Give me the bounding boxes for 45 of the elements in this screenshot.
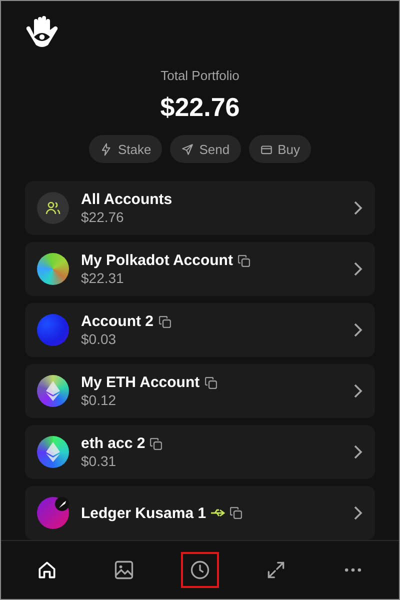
- accounts-icon: [37, 192, 69, 224]
- card-icon: [260, 142, 273, 156]
- account-balance: $0.31: [81, 453, 118, 469]
- account-name: All Accounts: [81, 191, 172, 208]
- clock-icon[interactable]: [180, 552, 219, 588]
- account-card[interactable]: My Polkadot Account $22.31: [25, 242, 375, 296]
- avatar: [37, 497, 69, 529]
- avatar: [37, 253, 69, 285]
- account-name: eth acc 2: [81, 435, 146, 452]
- buy-button[interactable]: Buy: [248, 135, 312, 163]
- chevron-icon: [353, 506, 363, 520]
- account-name: My ETH Account: [81, 374, 200, 391]
- avatar: [37, 375, 69, 407]
- copy-icon[interactable]: [158, 316, 171, 328]
- avatar: [37, 436, 69, 468]
- chevron-icon: [353, 384, 363, 398]
- lightning-icon: [100, 142, 113, 156]
- chevron-icon: [353, 445, 363, 459]
- copy-icon[interactable]: [150, 438, 162, 450]
- chevron-icon: [353, 323, 363, 337]
- account-balance: $0.12: [81, 392, 118, 408]
- account-card[interactable]: eth acc 2 $0.31: [25, 425, 375, 479]
- send-button[interactable]: Send: [170, 135, 241, 163]
- account-balance: $0.03: [81, 331, 118, 347]
- account-name: My Polkadot Account: [81, 252, 233, 269]
- portfolio-label: Total Portfolio: [160, 68, 240, 83]
- copy-icon[interactable]: [238, 254, 250, 266]
- portfolio-total: $22.76: [160, 92, 240, 123]
- copy-icon[interactable]: [204, 376, 217, 388]
- account-card[interactable]: All Accounts $22.76: [25, 181, 375, 235]
- account-card[interactable]: My ETH Account $0.12: [25, 364, 375, 418]
- copy-icon[interactable]: [230, 507, 242, 519]
- logo-icon: [25, 15, 59, 49]
- account-name: Account 2: [81, 313, 154, 330]
- usb-icon: [211, 508, 226, 518]
- paper-plane-icon: [181, 142, 194, 156]
- avatar: [37, 314, 69, 346]
- chevron-icon: [353, 201, 363, 215]
- account-card[interactable]: Account 2 $0.03: [25, 303, 375, 357]
- account-card[interactable]: Ledger Kusama 1: [25, 486, 375, 540]
- stake-button[interactable]: Stake: [88, 135, 162, 163]
- account-balance: $22.31: [81, 270, 125, 286]
- account-name: Ledger Kusama 1: [81, 504, 206, 522]
- account-balance: $22.76: [81, 209, 125, 225]
- chevron-icon: [353, 262, 363, 276]
